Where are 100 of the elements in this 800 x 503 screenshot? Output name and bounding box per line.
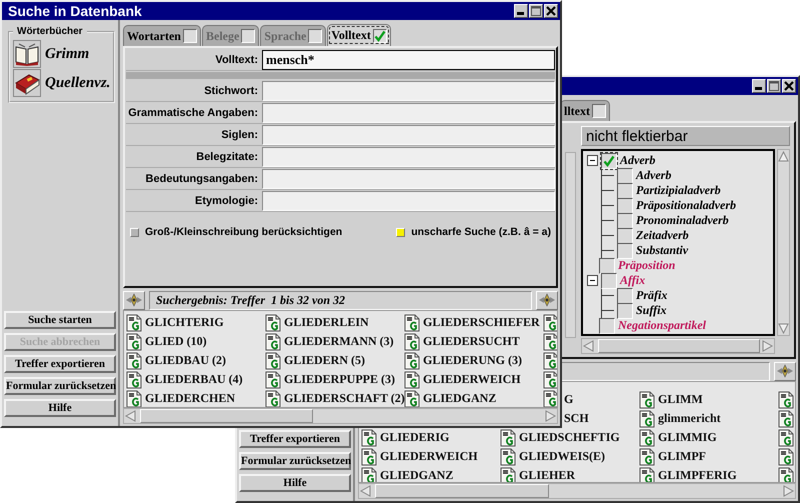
subcategory-label[interactable]: Substantiv [636, 243, 688, 258]
checkbox[interactable] [372, 28, 387, 42]
action-button[interactable]: Suche starten [4, 311, 116, 329]
checkbox[interactable] [617, 302, 633, 319]
vertical-scrollbar[interactable] [777, 149, 790, 336]
subcategory-label[interactable]: Präpositionaladverb [636, 198, 736, 214]
fulltext-field[interactable]: mensch* [262, 50, 555, 70]
result-entry[interactable]: GLIMPF [658, 449, 706, 464]
action-button[interactable]: Treffer exportieren [4, 355, 116, 373]
scroll-up-icon[interactable] [778, 150, 789, 162]
close-button[interactable] [782, 79, 796, 93]
result-entry[interactable]: GLIEDERSCHAFT (2) [284, 391, 405, 406]
result-entry[interactable]: GLIMPFERIG [658, 468, 737, 482]
result-entry[interactable]: glimmericht [658, 411, 721, 426]
checkbox[interactable] [617, 182, 633, 199]
vertical-scrollbar[interactable] [565, 152, 576, 338]
result-entry[interactable]: GLIEDERBAU (4) [145, 372, 243, 387]
subcategory-label[interactable]: Zeitadverb [636, 228, 689, 244]
result-entry[interactable]: GLIEDGANZ [423, 391, 496, 406]
checkbox[interactable] [617, 242, 633, 259]
result-entry[interactable]: G [564, 392, 574, 407]
minimize-button[interactable] [514, 4, 528, 18]
result-entry[interactable]: GLIMMIG [658, 430, 717, 445]
action-button[interactable]: Treffer exportieren [239, 430, 351, 448]
subcategory-label[interactable]: Präfix [636, 288, 668, 304]
subcategory-label[interactable]: Partizipialadverb [636, 183, 721, 198]
option-checkbox[interactable] [396, 228, 406, 236]
scroll-left-icon[interactable] [582, 339, 596, 353]
checkbox[interactable] [617, 168, 633, 184]
option-label[interactable]: unscharfe Suche (z.B. â = a) [411, 226, 551, 238]
action-button[interactable]: Formular zurücksetzen [239, 452, 351, 470]
input-field[interactable] [262, 168, 555, 188]
category-label[interactable]: Adverb [620, 153, 656, 168]
checkbox[interactable] [182, 29, 197, 43]
result-entry[interactable]: GLIMM [658, 392, 703, 407]
maximize-button[interactable] [529, 4, 543, 18]
result-entry[interactable]: GLIEDERPUPPE (3) [284, 372, 395, 387]
result-entry[interactable]: GLIEDSCHEFTIG [519, 430, 620, 445]
checkbox[interactable] [617, 212, 633, 229]
result-entry[interactable]: GLIEDGANZ [380, 468, 454, 482]
result-entry[interactable]: GLIEDWEIS(E) [519, 449, 606, 464]
checkbox[interactable] [599, 318, 615, 334]
navigation-button[interactable] [123, 290, 145, 310]
result-entry[interactable]: GLIEDERIG [380, 430, 450, 445]
result-entry[interactable]: GLIEDERSUCHT [423, 334, 520, 349]
navigation-button[interactable] [774, 362, 796, 380]
document-icon [543, 352, 557, 370]
subcategory-label[interactable]: Adverb [636, 168, 672, 184]
checkbox[interactable] [601, 272, 617, 289]
option-checkbox[interactable] [130, 228, 139, 236]
maximize-button[interactable] [767, 79, 781, 93]
action-button[interactable]: Formular zurücksetzen [4, 377, 116, 395]
subcategory-label[interactable]: Pronominaladverb [636, 213, 729, 228]
expand-toggle[interactable] [587, 155, 598, 166]
checkbox[interactable] [617, 288, 633, 304]
dictionary-button[interactable]: Quellenvz. [13, 69, 110, 97]
category-label[interactable]: Affix [620, 273, 646, 288]
tab[interactable]: lltext [560, 100, 610, 121]
result-entry[interactable]: GLIEDERMANN (3) [284, 334, 394, 349]
result-entry[interactable]: GLIEDERWEICH [380, 449, 478, 464]
document-icon [361, 466, 377, 482]
checkbox[interactable] [601, 152, 617, 169]
result-entry[interactable]: GLIED (10) [145, 334, 207, 349]
result-entry[interactable]: GLIEDERWEICH [423, 372, 521, 387]
result-entry[interactable]: GLIEDERCHEN [145, 391, 236, 406]
horizontal-scrollbar[interactable] [581, 338, 775, 354]
close-button[interactable] [544, 4, 558, 18]
horizontal-scrollbar[interactable] [123, 408, 558, 424]
result-entry[interactable]: GLIEDERUNG (3) [423, 353, 522, 368]
scroll-down-icon[interactable] [778, 323, 789, 335]
result-entry[interactable]: GLIEDERN (5) [284, 353, 366, 368]
result-entry[interactable]: SCH [564, 411, 589, 426]
category-label[interactable]: Präposition [618, 258, 676, 274]
checkbox[interactable] [617, 228, 633, 244]
scroll-right-icon[interactable] [760, 339, 774, 353]
result-entry[interactable]: GLIEDBAU (2) [145, 353, 226, 368]
checkbox[interactable] [592, 104, 606, 118]
expand-toggle[interactable] [587, 275, 598, 286]
result-entry[interactable]: GLIEHER [519, 468, 576, 482]
checkbox[interactable] [617, 198, 633, 214]
tab[interactable]: Wortarten [123, 25, 201, 46]
dictionary-button[interactable]: Grimm [13, 40, 90, 68]
tab[interactable]: Volltext [327, 24, 391, 46]
navigation-button[interactable] [536, 290, 558, 310]
checkbox[interactable] [599, 258, 615, 274]
input-field[interactable] [262, 124, 555, 144]
input-field[interactable] [262, 102, 555, 122]
input-field[interactable] [262, 190, 555, 210]
result-entry[interactable]: GLIEDERSCHIEFER [423, 315, 540, 330]
input-field[interactable] [262, 80, 555, 100]
category-label[interactable]: Negationspartikel [618, 318, 706, 334]
input-field[interactable] [262, 146, 555, 166]
option-label[interactable]: Groß-/Kleinschreibung berücksichtigen [145, 226, 342, 238]
action-button[interactable]: Hilfe [239, 474, 351, 492]
result-entry[interactable]: GLICHTERIG [145, 315, 224, 330]
minimize-button[interactable] [752, 79, 766, 93]
subcategory-label[interactable]: Suffix [636, 303, 666, 318]
horizontal-scrollbar[interactable] [358, 483, 796, 499]
action-button[interactable]: Hilfe [4, 399, 116, 417]
result-entry[interactable]: GLIEDERLEIN [284, 315, 369, 330]
